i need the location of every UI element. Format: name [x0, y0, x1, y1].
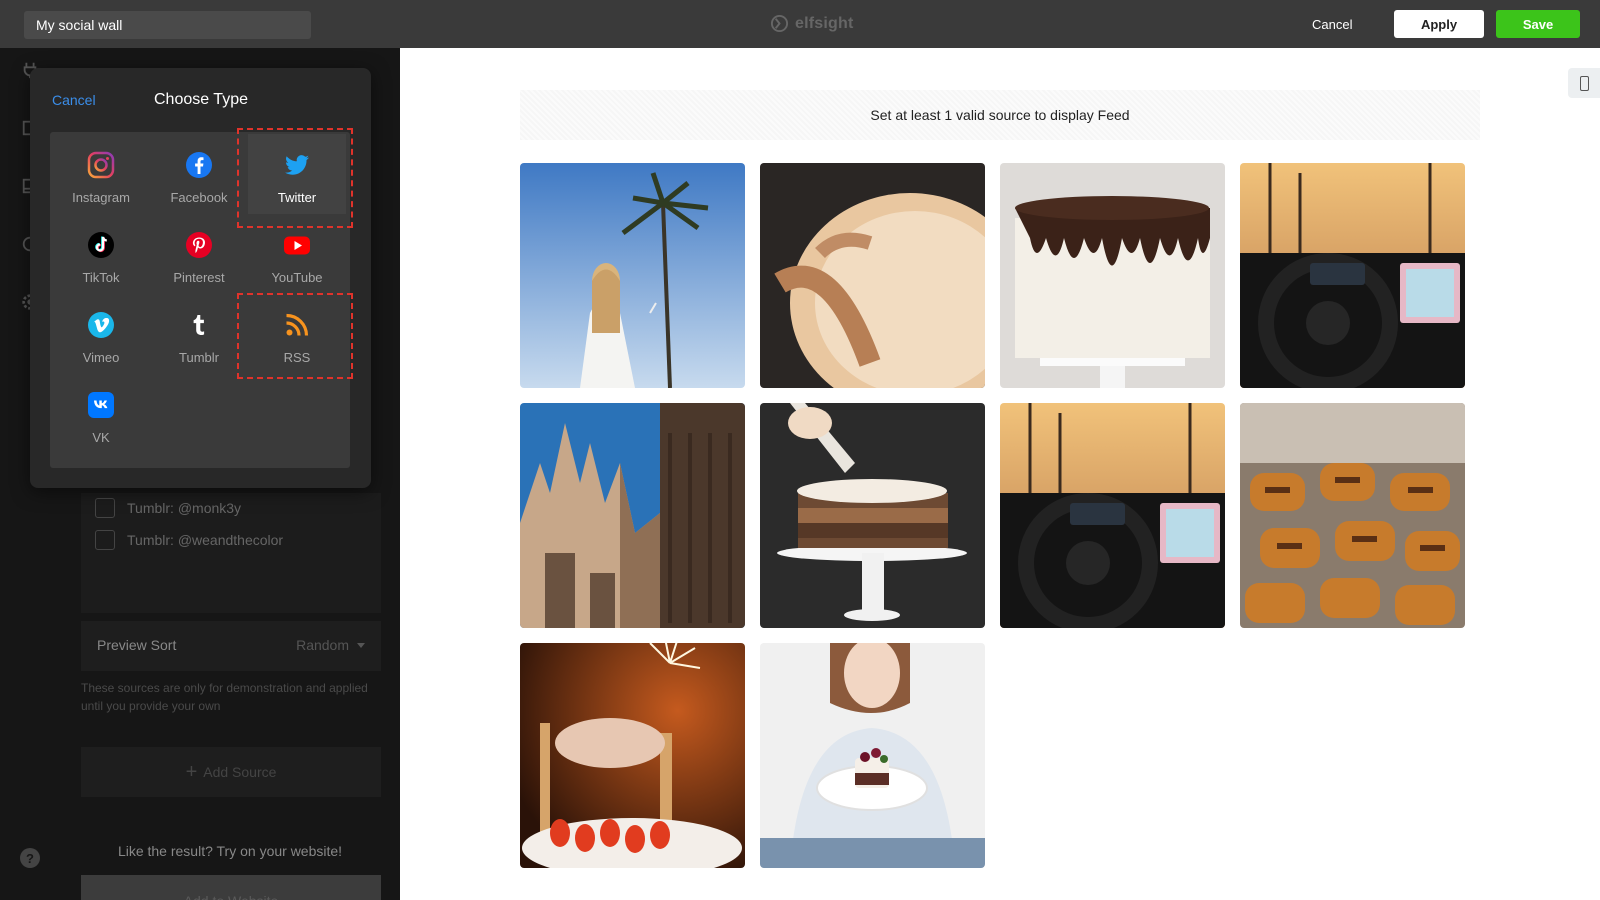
popup-title: Choose Type [154, 91, 248, 108]
source-label: Tumblr: @monk3y [127, 500, 242, 516]
rss-icon [282, 310, 312, 340]
instagram-icon [86, 150, 116, 180]
preview-area: Set at least 1 valid source to display F… [400, 48, 1600, 900]
pastries-photo [1240, 403, 1465, 628]
type-label: TikTok [82, 270, 120, 285]
brand-logo: elfsight [770, 14, 854, 33]
pie-crust-photo [760, 163, 985, 388]
type-youtube[interactable]: YouTube [248, 214, 346, 294]
list-item[interactable]: Tumblr: @weandthecolor [95, 530, 283, 550]
feed-tile[interactable] [760, 163, 985, 388]
type-tumblr[interactable]: Tumblr [150, 294, 248, 374]
choose-type-popup: Cancel Choose Type Instagram Facebook Tw… [30, 68, 371, 488]
elfsight-icon [770, 14, 789, 33]
add-to-website-button[interactable]: Add to Website [81, 875, 381, 900]
help-icon[interactable]: ? [20, 848, 40, 868]
vk-icon [86, 390, 116, 420]
car-dashboard-photo [1240, 163, 1465, 388]
source-label: Tumblr: @weandthecolor [127, 532, 284, 548]
tiktok-icon [86, 230, 116, 260]
twitter-icon [282, 150, 312, 180]
feed-tile[interactable] [520, 643, 745, 868]
type-pinterest[interactable]: Pinterest [150, 214, 248, 294]
type-label: VK [92, 430, 110, 445]
cta-text: Like the result? Try on your website! [117, 843, 343, 859]
tumblr-icon [184, 310, 214, 340]
type-rss[interactable]: RSS [248, 294, 346, 374]
widget-name-input[interactable] [24, 11, 311, 39]
feed-tile[interactable] [1240, 403, 1465, 628]
type-label: YouTube [271, 270, 323, 285]
apply-button[interactable]: Apply [1394, 10, 1484, 38]
type-label: Tumblr [179, 350, 219, 365]
type-label: Vimeo [82, 350, 120, 365]
type-instagram[interactable]: Instagram [52, 134, 150, 214]
device-toggle[interactable] [1568, 68, 1600, 98]
feed-tile[interactable] [1240, 163, 1465, 388]
popup-cancel-button[interactable]: Cancel [52, 92, 96, 108]
list-item[interactable]: Tumblr: @monk3y [95, 498, 241, 518]
type-label: Pinterest [173, 270, 225, 285]
car-dashboard-photo [1000, 403, 1225, 628]
type-facebook[interactable]: Facebook [150, 134, 248, 214]
feed-tile[interactable] [760, 403, 985, 628]
type-twitter[interactable]: Twitter [248, 134, 346, 214]
sparkler-cake-photo [520, 643, 745, 868]
chocolate-drip-cake-photo [1000, 163, 1225, 388]
plus-icon: + [185, 761, 198, 783]
type-label: RSS [283, 350, 311, 365]
phone-icon [1579, 75, 1589, 91]
brand-name: elfsight [795, 14, 854, 32]
preview-sort-selected: Random [296, 637, 349, 653]
vimeo-icon [86, 310, 116, 340]
facebook-icon [184, 150, 214, 180]
type-label: Instagram [72, 190, 130, 205]
cathedral-photo [520, 403, 745, 628]
preview-sort-label: Preview Sort [97, 637, 177, 653]
add-source-button[interactable]: + Add Source [81, 747, 381, 797]
preview-sort-value: Random [296, 637, 365, 653]
type-vk[interactable]: VK [52, 374, 150, 454]
source-checkbox[interactable] [95, 498, 115, 518]
add-source-label: Add Source [203, 764, 277, 780]
cancel-button[interactable]: Cancel [1300, 10, 1364, 38]
chevron-down-icon [357, 642, 365, 648]
type-label: Facebook [170, 190, 228, 205]
top-bar: elfsight Cancel Apply Save [0, 0, 1600, 48]
pinterest-icon [184, 230, 214, 260]
girl-holding-cake-photo [760, 643, 985, 868]
feed-tile[interactable] [1000, 163, 1225, 388]
feed-tile[interactable] [520, 403, 745, 628]
type-tiktok[interactable]: TikTok [52, 214, 150, 294]
source-type-grid: Instagram Facebook Twitter TikTok Pinter [50, 132, 350, 468]
feed-tile[interactable] [760, 643, 985, 868]
woman-palm-tree-photo [520, 163, 745, 388]
source-list: Tumblr: @monk3y Tumblr: @weandthecolor [81, 493, 381, 613]
source-checkbox[interactable] [95, 530, 115, 550]
feed-notice: Set at least 1 valid source to display F… [520, 90, 1480, 140]
preview-sort-select[interactable]: Preview Sort Random [81, 621, 381, 671]
type-label: Twitter [277, 190, 317, 205]
youtube-icon [282, 230, 312, 260]
piping-cake-photo [760, 403, 985, 628]
type-vimeo[interactable]: Vimeo [52, 294, 150, 374]
save-button[interactable]: Save [1496, 10, 1580, 38]
feed-tile[interactable] [520, 163, 745, 388]
feed-tile[interactable] [1000, 403, 1225, 628]
demo-sources-hint: These sources are only for demonstration… [81, 681, 368, 713]
